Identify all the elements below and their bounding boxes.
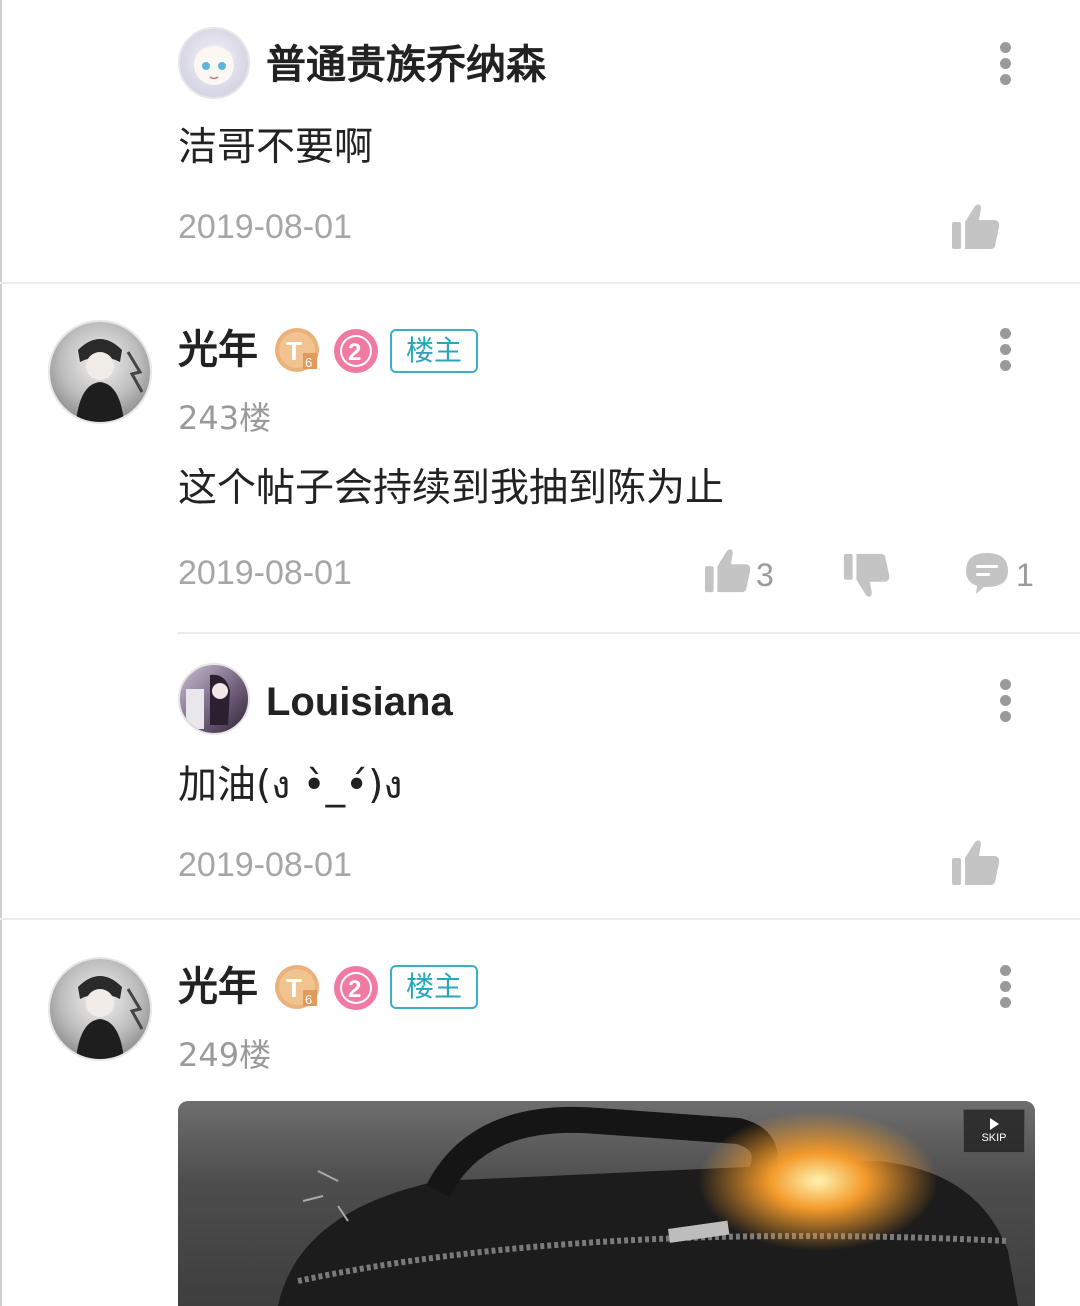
owner-badge: 楼主 (390, 329, 478, 373)
svg-text:6: 6 (305, 992, 312, 1007)
avatar-image-icon (76, 976, 144, 1059)
avatar[interactable] (178, 663, 250, 735)
thumbs-up-icon[interactable] (950, 202, 1002, 252)
video-media[interactable]: SKIP (178, 1101, 1035, 1306)
avatar[interactable] (48, 957, 152, 1061)
comment-text: 这个帖子会持续到我抽到陈为止 (178, 466, 725, 511)
username[interactable]: Louisiana (266, 682, 453, 722)
skip-button[interactable]: SKIP (963, 1109, 1025, 1153)
divider (178, 632, 1080, 634)
comment-date: 2019-08-01 (178, 554, 352, 592)
svg-text:2: 2 (348, 339, 361, 366)
svg-text:T: T (286, 973, 302, 1003)
rank-badge-icon: 2 (334, 329, 378, 373)
avatar[interactable] (178, 27, 250, 99)
username[interactable]: 光年 (178, 967, 258, 1007)
comment-date: 2019-08-01 (178, 208, 352, 246)
skip-label: SKIP (981, 1132, 1007, 1144)
svg-text:T: T (286, 336, 302, 366)
svg-text:2: 2 (348, 976, 361, 1003)
level-badge-icon: T 6 (275, 328, 319, 372)
more-options-icon[interactable] (985, 677, 1025, 723)
svg-text:6: 6 (305, 355, 312, 370)
avatar-image-icon (76, 339, 144, 422)
like-count: 3 (756, 557, 774, 593)
comment-text: 加油(ง •̀_•́)ง (178, 763, 403, 808)
comment-date: 2019-08-01 (178, 846, 352, 884)
rank-badge-icon: 2 (334, 966, 378, 1010)
comment-text: 洁哥不要啊 (178, 125, 374, 170)
play-icon (989, 1118, 999, 1130)
owner-badge: 楼主 (390, 965, 478, 1009)
more-options-icon[interactable] (985, 40, 1025, 86)
avatar[interactable] (48, 320, 152, 424)
thumbs-up-icon[interactable] (703, 547, 753, 595)
left-edge-line (0, 0, 2, 1306)
reply-count: 1 (1016, 557, 1034, 593)
thumbs-up-icon[interactable] (950, 838, 1002, 888)
level-badge-icon: T 6 (275, 965, 319, 1009)
floor-number: 243楼 (178, 399, 272, 437)
divider (0, 282, 1080, 284)
media-image (278, 1106, 1018, 1306)
username[interactable]: 光年 (178, 330, 258, 370)
avatar-image-icon (186, 674, 230, 729)
username[interactable]: 普通贵族乔纳森 (266, 45, 546, 85)
thumbs-down-icon[interactable] (842, 551, 892, 599)
avatar-image-icon (192, 45, 236, 85)
comment-icon[interactable] (962, 550, 1012, 596)
floor-number: 249楼 (178, 1036, 272, 1074)
divider (0, 918, 1080, 920)
more-options-icon[interactable] (985, 963, 1025, 1009)
more-options-icon[interactable] (985, 326, 1025, 372)
